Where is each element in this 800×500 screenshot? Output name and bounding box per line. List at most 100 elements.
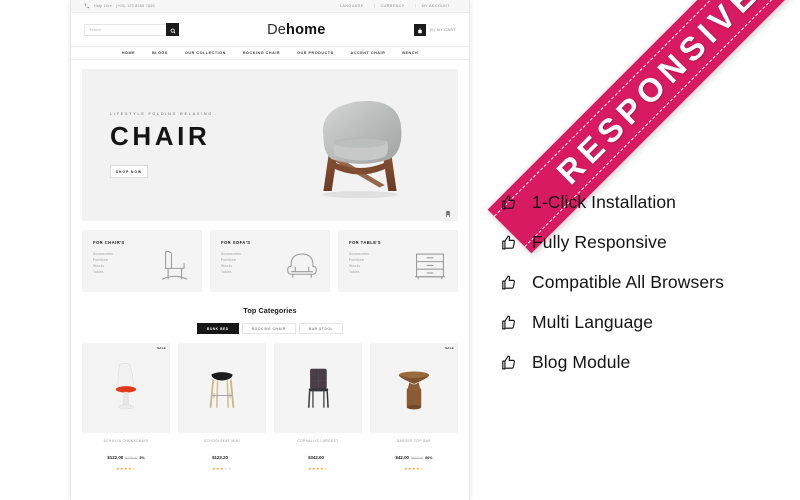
product-image[interactable]	[274, 343, 362, 433]
site-header: Search Dehome (0) MY CART	[70, 13, 470, 46]
product-card[interactable]: SCHOOLSEAT MINI $123.20 ★★★★★	[178, 343, 266, 471]
nav-item-our-collection[interactable]: OUR COLLECTION	[185, 51, 226, 55]
rocking-chair-icon	[153, 244, 195, 286]
product-card[interactable]: SALE BARSEE TOP BAR $42.00 $603.00 80% ★★★…	[370, 343, 458, 471]
product-image[interactable]: SALE	[82, 343, 170, 433]
product-name: SCHOOLSEAT MINI	[204, 439, 240, 443]
product-discount: 5%	[139, 456, 145, 460]
product-grid: SALE ACHILLIA CHUNKCHAIR $122.00 $128.00 5…	[82, 343, 458, 471]
hero-banner: LIFESTYLE FOLDING RELAXING CHAIR SHOP NO…	[82, 69, 458, 221]
bar-stool-image	[209, 372, 235, 408]
category-card-chairs[interactable]: FOR CHAIR'S Accessories Furniture Woods …	[82, 230, 202, 292]
product-price: $342.00	[308, 455, 324, 460]
product-card[interactable]: CORVALLIS LARGEST $342.00 ★★★★★	[274, 343, 362, 471]
ribbon-text: RESPONSIVE	[549, 0, 767, 192]
nav-item-rocking-chair[interactable]: ROCKING CHAIR	[243, 51, 280, 55]
hero-text-block: LIFESTYLE FOLDING RELAXING CHAIR SHOP NO…	[82, 112, 232, 178]
cart-icon	[417, 21, 423, 39]
cart-label: (0) MY CART	[429, 27, 456, 32]
logo-text-bold: home	[286, 21, 326, 38]
topbar-link-currency[interactable]: CURRENCY	[373, 4, 411, 8]
promo-panel: RESPONSIVE 1-Click Installation Fully Re…	[470, 0, 800, 500]
feature-item-blog-module: Blog Module	[498, 342, 798, 382]
wood-side-table-image	[398, 371, 430, 410]
product-old-price: $128.00	[125, 456, 138, 460]
product-rating: ★★★★★	[212, 466, 232, 471]
hero-corner-icon	[443, 209, 452, 218]
product-price-block: $123.20	[178, 446, 266, 464]
feature-item-multi-language: Multi Language	[498, 302, 798, 342]
product-discount: 80%	[425, 456, 433, 460]
nav-item-accent-chair[interactable]: ACCENT CHAIR	[351, 51, 386, 55]
thumbs-up-icon	[498, 194, 518, 211]
site-nav: HOME BLOGS OUR COLLECTION ROCKING CHAIR …	[70, 46, 470, 60]
category-cards: FOR CHAIR'S Accessories Furniture Woods …	[82, 230, 458, 292]
product-name: ACHILLIA CHUNKCHAIR	[103, 439, 149, 443]
logo-text-light: De	[267, 21, 287, 38]
phone-icon	[84, 3, 90, 9]
website-screenshot: Help Line : (+00) 123 8565 7890 LANGUAGE…	[70, 0, 470, 500]
feature-item-compatible-all-browsers: Compatible All Browsers	[498, 262, 798, 302]
product-price-block: $42.00 $603.00 80%	[370, 446, 458, 464]
product-price: $42.00	[395, 455, 409, 460]
thumbs-up-icon	[498, 354, 518, 371]
feature-item-fully-responsive: Fully Responsive	[498, 222, 798, 262]
product-price-block: $122.00 $128.00 5%	[82, 446, 170, 464]
preview-canvas: Help Line : (+00) 123 8565 7890 LANGUAGE…	[0, 0, 800, 500]
tab-bar-stool[interactable]: BAR STOOL	[298, 323, 344, 334]
site-logo[interactable]: Dehome	[179, 22, 414, 38]
shop-now-button[interactable]: SHOP NOW	[110, 165, 148, 178]
nav-item-bench[interactable]: BENCH	[402, 51, 418, 55]
site-topbar: Help Line : (+00) 123 8565 7890 LANGUAGE…	[70, 0, 470, 13]
search-button[interactable]	[166, 23, 179, 36]
feature-label: 1-Click Installation	[532, 191, 676, 212]
category-card-tables[interactable]: FOR TABLE'S Accessories Furniture Woods …	[338, 230, 458, 292]
feature-item-1-click-installation: 1-Click Installation	[498, 182, 798, 222]
tab-rocking-chair[interactable]: ROCKING CHAIR	[241, 323, 296, 334]
hero-kicker: LIFESTYLE FOLDING RELAXING	[110, 112, 214, 116]
search-bar: Search	[84, 23, 179, 36]
product-old-price: $603.00	[410, 456, 424, 460]
topbar-link-my-account[interactable]: MY ACCOUNT	[414, 4, 456, 8]
nav-item-blogs[interactable]: BLOGS	[152, 51, 168, 55]
search-icon	[170, 21, 176, 39]
screenshot-left-edge	[70, 0, 71, 500]
thumbs-up-icon	[498, 234, 518, 251]
category-card-sofas[interactable]: FOR SOFA'S Accessories Furniture Woods T…	[210, 230, 330, 292]
product-price-block: $342.00	[274, 446, 362, 464]
sofa-icon	[281, 244, 323, 286]
product-image[interactable]	[178, 343, 266, 433]
feature-label: Multi Language	[532, 311, 654, 332]
nav-item-our-products[interactable]: OUR PRODUCTS	[297, 51, 334, 55]
cart-area[interactable]: (0) MY CART	[413, 21, 456, 39]
product-price: $123.20	[212, 455, 228, 460]
hero-chair-image	[300, 86, 420, 204]
topbar-link-language[interactable]: LANGUAGE	[334, 4, 370, 8]
product-name: BARSEE TOP BAR	[397, 439, 431, 443]
dining-chair-image	[308, 368, 329, 408]
sale-badge: SALE	[445, 346, 454, 350]
nav-item-home[interactable]: HOME	[122, 51, 135, 55]
search-input[interactable]: Search	[84, 23, 166, 36]
thumbs-up-icon	[498, 274, 518, 291]
product-image[interactable]: SALE	[370, 343, 458, 433]
top-categories-title: Top Categories	[243, 306, 297, 315]
thumbs-up-icon	[498, 314, 518, 331]
product-rating: ★★★★★	[116, 466, 136, 471]
product-rating: ★★★★★	[404, 466, 424, 471]
product-name: CORVALLIS LARGEST	[297, 439, 339, 443]
product-card[interactable]: SALE ACHILLIA CHUNKCHAIR $122.00 $128.00 5…	[82, 343, 170, 471]
tulip-chair-image	[115, 362, 137, 410]
cart-button[interactable]	[413, 21, 426, 39]
dresser-icon	[409, 244, 451, 286]
helpline-text: Help Line : (+00) 123 8565 7890	[94, 4, 155, 8]
product-rating: ★★★★★	[308, 466, 328, 471]
hero-title: CHAIR	[110, 121, 211, 151]
product-price: $122.00	[107, 455, 124, 460]
feature-label: Compatible All Browsers	[532, 271, 724, 292]
feature-label: Fully Responsive	[532, 231, 667, 252]
top-categories-tabs: BUNK BED ROCKING CHAIR BAR STOOL	[70, 323, 470, 334]
feature-list: 1-Click Installation Fully Responsive Co…	[498, 182, 798, 382]
tab-bunk-bed[interactable]: BUNK BED	[196, 323, 239, 334]
sale-badge: SALE	[157, 346, 166, 350]
